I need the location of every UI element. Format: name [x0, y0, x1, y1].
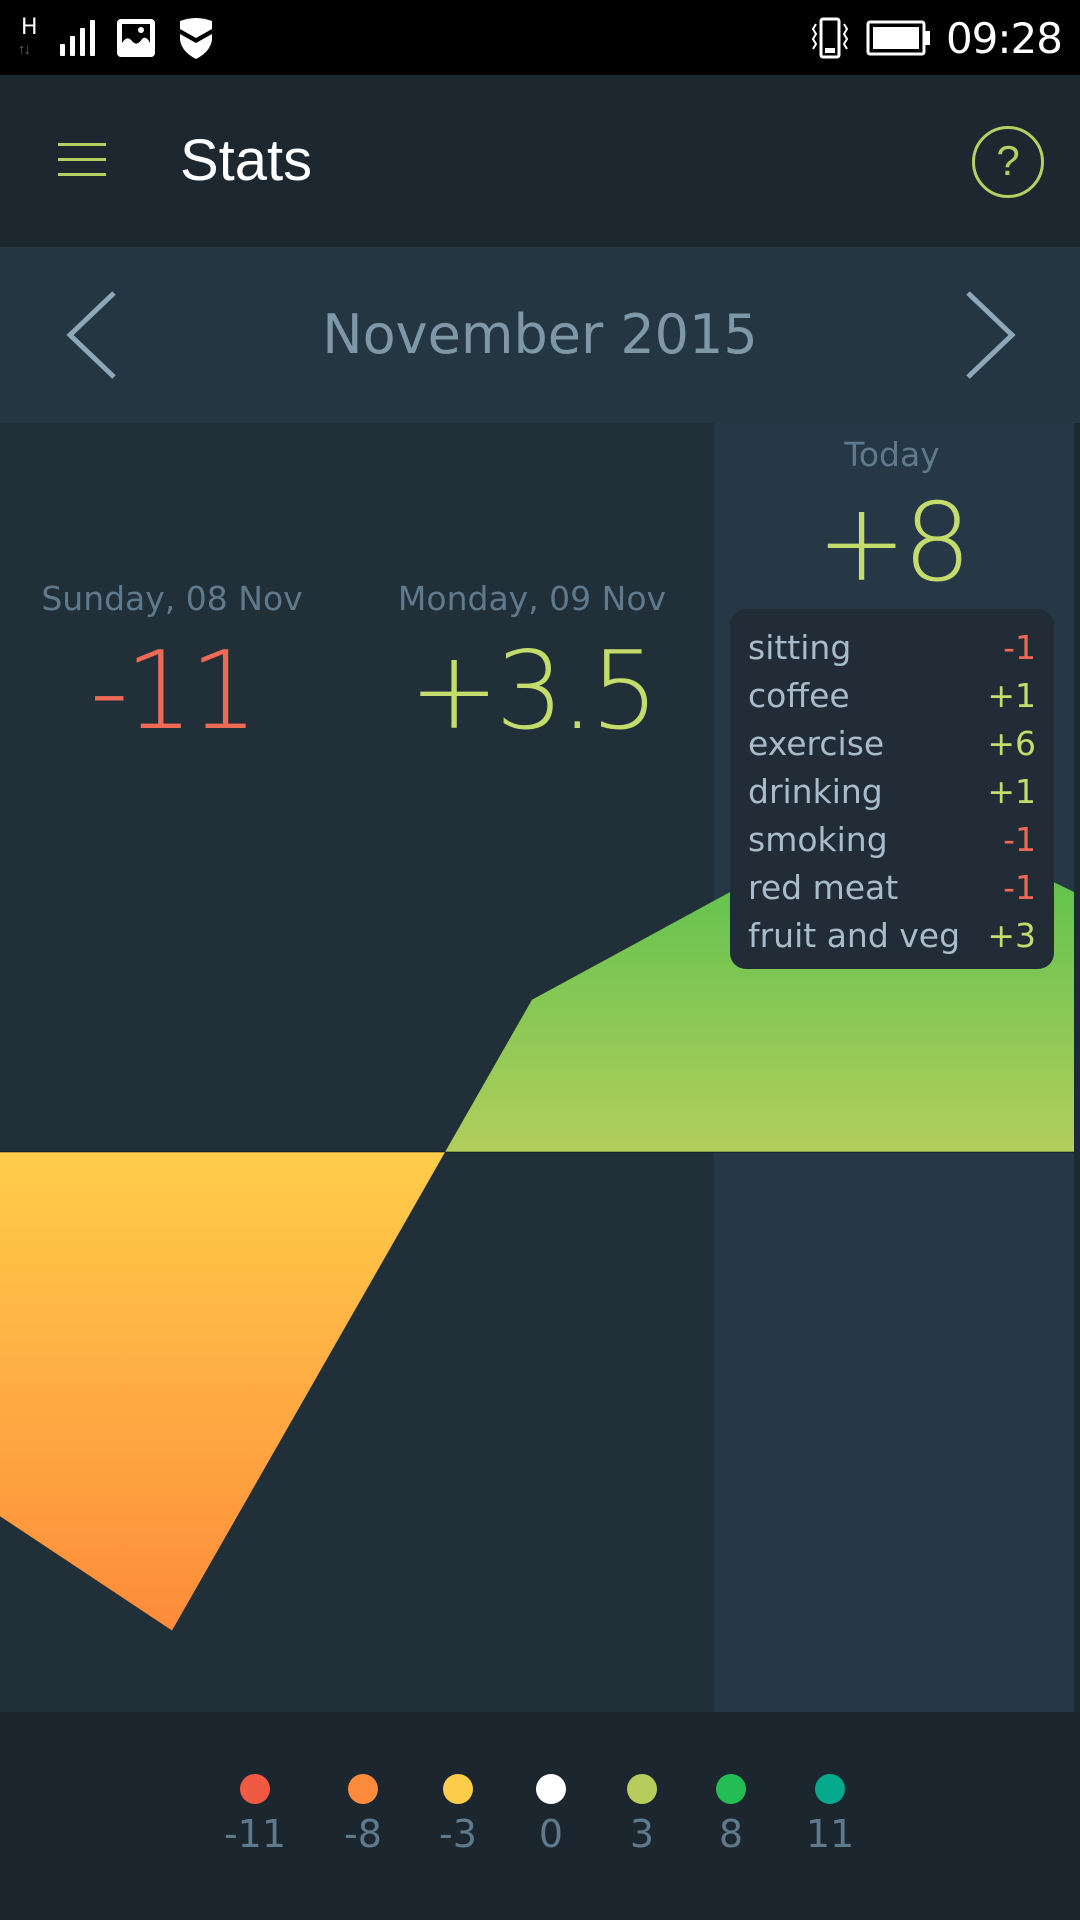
legend-dot-icon	[536, 1774, 566, 1804]
gallery-icon	[117, 18, 155, 57]
vibrate-icon	[811, 17, 849, 59]
legend-dot-icon	[627, 1774, 657, 1804]
legend-item: -11	[210, 1774, 300, 1856]
breakdown-label: sitting	[748, 627, 852, 667]
score-legend: -11 -8 -3 0 3 8 11	[0, 1712, 1080, 1920]
hamburger-menu-icon[interactable]	[58, 143, 108, 179]
legend-dot-icon	[716, 1774, 746, 1804]
breakdown-row-red-meat: red meat -1	[748, 863, 1036, 911]
help-button[interactable]: ?	[972, 126, 1044, 198]
battery-icon	[866, 20, 930, 56]
day-value-monday: +3.5	[408, 629, 659, 754]
day-value-today: +8	[816, 481, 971, 606]
breakdown-row-smoking: smoking -1	[748, 815, 1036, 863]
breakdown-row-fruit-and-veg: fruit and veg +3	[748, 911, 1036, 959]
daily-score-chart[interactable]: Sunday, 08 Nov -11 Monday, 09 Nov +3.5 T…	[0, 423, 1080, 1712]
day-label-monday[interactable]: Monday, 09 Nov	[352, 579, 712, 618]
chevron-right-icon[interactable]	[958, 287, 1028, 383]
breakdown-row-drinking: drinking +1	[748, 767, 1036, 815]
legend-label: -8	[344, 1812, 382, 1856]
day-label-today[interactable]: Today	[712, 435, 1072, 474]
legend-item: 3	[597, 1774, 687, 1856]
breakdown-label: fruit and veg	[748, 915, 961, 955]
app-bar: Stats ?	[0, 75, 1080, 247]
breakdown-value: -1	[1003, 627, 1036, 667]
breakdown-value: -1	[1003, 867, 1036, 907]
legend-dot-icon	[443, 1774, 473, 1804]
breakdown-label: smoking	[748, 819, 888, 859]
legend-item: 11	[785, 1774, 875, 1856]
breakdown-value: +6	[987, 723, 1036, 763]
network-type-label: H	[21, 14, 38, 40]
breakdown-value: +1	[987, 771, 1036, 811]
legend-label: 0	[538, 1812, 564, 1856]
legend-dot-icon	[815, 1774, 845, 1804]
legend-label: 8	[718, 1812, 744, 1856]
legend-label: 3	[629, 1812, 655, 1856]
network-type-icon: H ↑↓	[18, 13, 48, 63]
breakdown-label: exercise	[748, 723, 885, 763]
breakdown-label: red meat	[748, 867, 899, 907]
legend-label: 11	[805, 1812, 855, 1856]
breakdown-value: +1	[987, 675, 1036, 715]
breakdown-row-coffee: coffee +1	[748, 671, 1036, 719]
month-title: November 2015	[322, 303, 758, 366]
data-arrows-icon: ↑↓	[18, 40, 31, 58]
status-bar: H ↑↓ 09:28	[0, 0, 1080, 75]
legend-item: -3	[413, 1774, 503, 1856]
day-value-sunday: -11	[89, 629, 258, 754]
page-title: Stats	[180, 128, 313, 193]
month-navigation: November 2015	[0, 247, 1080, 423]
day-label-sunday[interactable]: Sunday, 08 Nov	[0, 579, 352, 618]
legend-dot-icon	[240, 1774, 270, 1804]
negative-area-segment	[0, 1152, 446, 1631]
breakdown-value: -1	[1003, 819, 1036, 859]
shield-icon	[180, 17, 212, 59]
legend-item: -8	[318, 1774, 408, 1856]
breakdown-label: drinking	[748, 771, 883, 811]
signal-icon	[60, 19, 95, 56]
legend-label: -11	[223, 1812, 287, 1856]
chart-edge	[1074, 423, 1080, 1712]
legend-item: 0	[506, 1774, 596, 1856]
breakdown-value: +3	[987, 915, 1036, 955]
legend-item: 8	[686, 1774, 776, 1856]
breakdown-row-sitting: sitting -1	[748, 623, 1036, 671]
breakdown-row-exercise: exercise +6	[748, 719, 1036, 767]
today-breakdown-tooltip: sitting -1 coffee +1 exercise +6 drinkin…	[730, 609, 1054, 969]
legend-dot-icon	[348, 1774, 378, 1804]
legend-label: -3	[439, 1812, 477, 1856]
breakdown-label: coffee	[748, 675, 850, 715]
clock: 09:28	[945, 13, 1063, 63]
